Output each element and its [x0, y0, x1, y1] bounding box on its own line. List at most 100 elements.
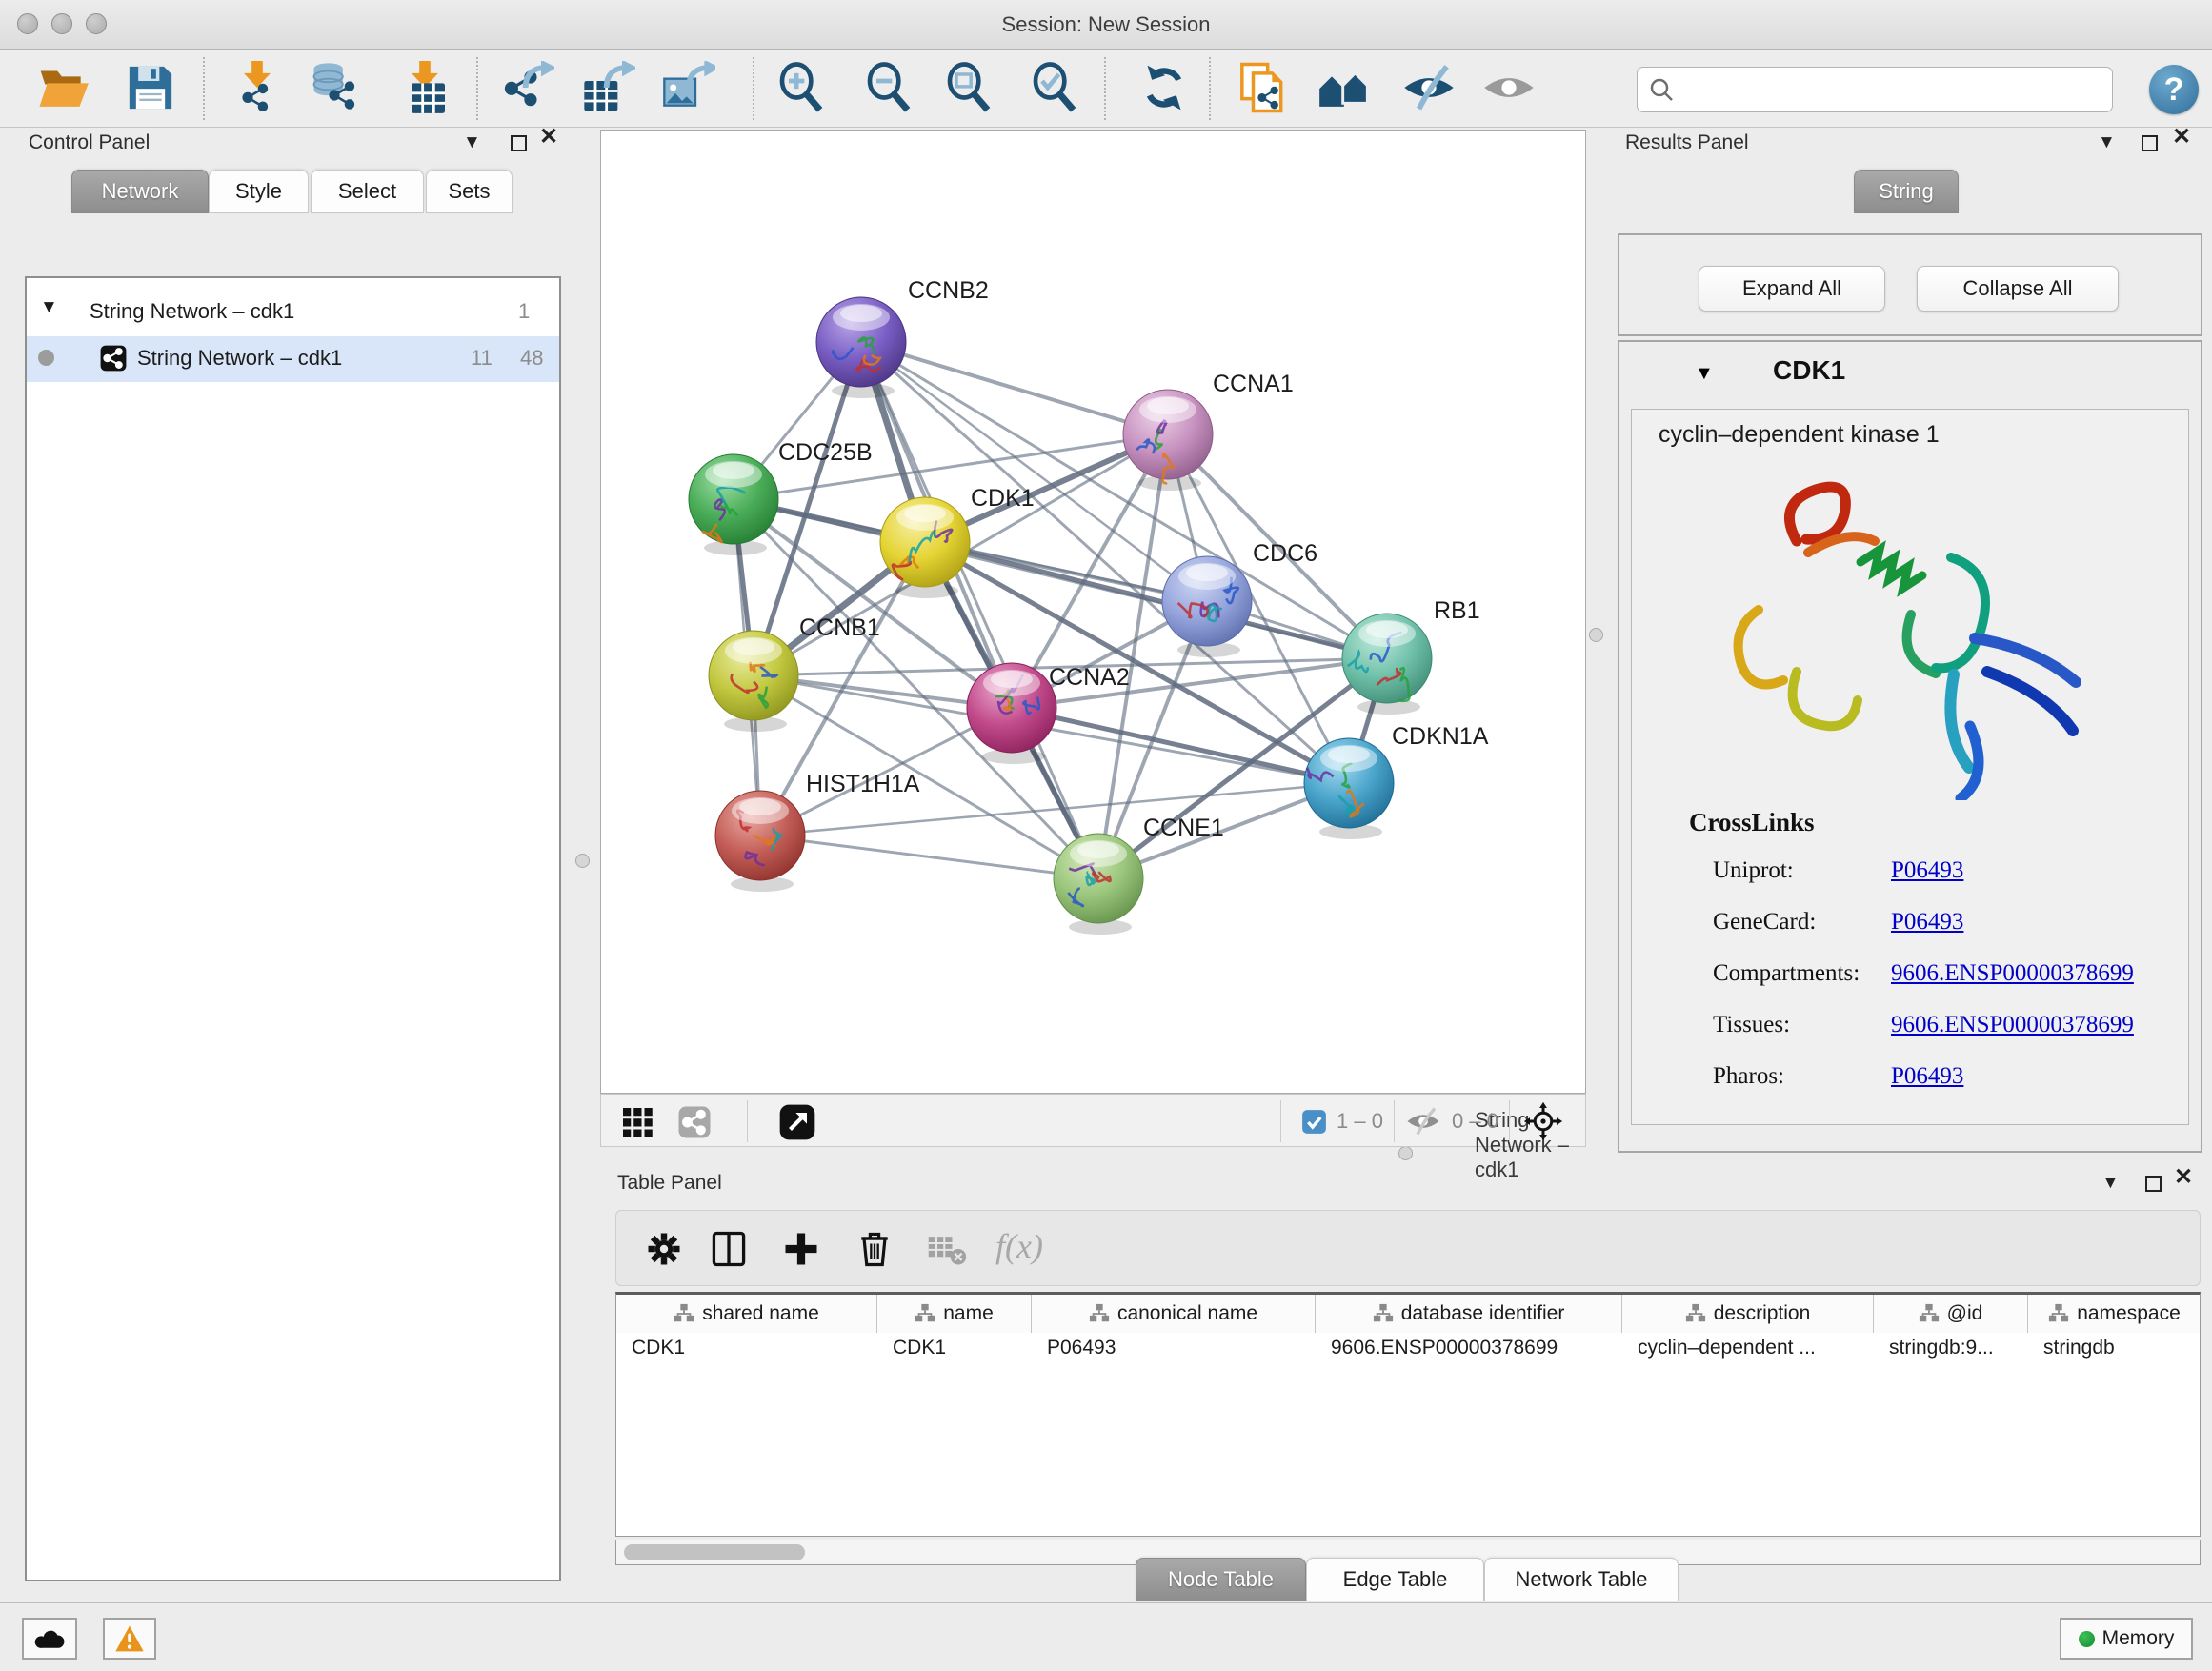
zoom-fit-button[interactable]: [943, 61, 996, 116]
column-header-canonical-name[interactable]: canonical name: [1032, 1295, 1316, 1333]
collection-expand-icon[interactable]: ▼: [40, 297, 58, 318]
tab-select[interactable]: Select: [311, 170, 424, 213]
network-share-view-icon[interactable]: [677, 1105, 712, 1139]
import-network-database-button[interactable]: [311, 61, 364, 116]
table-panel-close-icon[interactable]: ✕: [2174, 1168, 2193, 1187]
column-header-database-identifier[interactable]: database identifier: [1316, 1295, 1622, 1333]
warnings-button[interactable]: [103, 1618, 156, 1660]
node-CCNA1[interactable]: CCNA1: [1123, 371, 1294, 491]
crosslink-link[interactable]: 9606.ENSP00000378699: [1891, 960, 2134, 987]
node-RB1[interactable]: RB1: [1342, 597, 1480, 715]
table-panel-menu-icon[interactable]: ▼: [2101, 1174, 2120, 1193]
table-cell[interactable]: stringdb:9...: [1874, 1333, 2028, 1367]
tab-network[interactable]: Network: [71, 170, 209, 213]
search-field[interactable]: [1674, 70, 2112, 109]
node-CDC25B[interactable]: CDC25B: [689, 439, 873, 555]
results-panel-menu-icon[interactable]: ▼: [2098, 133, 2116, 152]
left-splitter-handle[interactable]: [575, 854, 590, 868]
delete-column-button[interactable]: [854, 1228, 895, 1270]
crosslink-link[interactable]: P06493: [1891, 857, 1963, 884]
results-panel-float-icon[interactable]: [2142, 135, 2158, 151]
node-label-CDC25B: CDC25B: [778, 439, 873, 466]
protein-collapse-icon[interactable]: ▼: [1695, 363, 1714, 385]
column-header-namespace[interactable]: namespace: [2028, 1295, 2201, 1333]
hide-panels-button[interactable]: [1402, 61, 1456, 116]
edge-CCNB2-CCNE1[interactable]: [861, 342, 1098, 878]
crosslink-row: GeneCard: P06493: [1713, 909, 2170, 960]
table-panel-float-icon[interactable]: [2145, 1176, 2162, 1192]
import-table-file-button[interactable]: [398, 61, 452, 116]
edge-HIST1H1A-CCNE1[interactable]: [760, 836, 1098, 878]
crosslink-label: Uniprot:: [1713, 857, 1794, 883]
table-cell[interactable]: cyclin–dependent ...: [1622, 1333, 1874, 1367]
network-overview-button[interactable]: [1318, 61, 1372, 116]
right-splitter-handle[interactable]: [1589, 628, 1603, 642]
add-column-button[interactable]: [780, 1228, 822, 1270]
gear-button[interactable]: [643, 1228, 685, 1270]
birds-eye-view-icon[interactable]: [778, 1103, 816, 1141]
export-network-button[interactable]: [501, 61, 554, 116]
crosslink-link[interactable]: 9606.ENSP00000378699: [1891, 1012, 2134, 1038]
network-canvas[interactable]: CCNB2 CCNA1 CDC25B CDK1: [600, 130, 1586, 1094]
node-CDK1[interactable]: CDK1: [880, 485, 1035, 598]
table-hscroll-thumb[interactable]: [624, 1544, 805, 1560]
zoom-in-button[interactable]: [775, 61, 829, 116]
table-panel: Table Panel ▼ ✕ f(x) shared name name ca…: [600, 1157, 2212, 1602]
tab-network-table[interactable]: Network Table: [1484, 1558, 1679, 1601]
node-CDKN1A[interactable]: CDKN1A: [1304, 723, 1489, 839]
search-input[interactable]: [1637, 67, 2113, 112]
expand-all-button[interactable]: Expand All: [1699, 266, 1885, 312]
memory-button[interactable]: Memory: [2060, 1618, 2193, 1660]
zoom-selected-button[interactable]: [1029, 61, 1082, 116]
collapse-all-button[interactable]: Collapse All: [1917, 266, 2119, 312]
table-cell[interactable]: CDK1: [616, 1333, 877, 1367]
tab-style[interactable]: Style: [209, 170, 309, 213]
table-cell[interactable]: 9606.ENSP00000378699: [1316, 1333, 1622, 1367]
tab-node-table[interactable]: Node Table: [1136, 1558, 1306, 1601]
open-session-button[interactable]: [36, 61, 90, 116]
table-cell[interactable]: CDK1: [877, 1333, 1032, 1367]
tab-edge-table[interactable]: Edge Table: [1306, 1558, 1484, 1601]
help-button[interactable]: ?: [2149, 65, 2199, 114]
crosslink-link[interactable]: P06493: [1891, 1063, 1963, 1090]
node-CDC6[interactable]: CDC6: [1162, 540, 1317, 657]
results-panel-close-icon[interactable]: ✕: [2172, 128, 2191, 147]
network-collection-row[interactable]: ▼ String Network – cdk1 1: [27, 290, 559, 335]
save-session-button[interactable]: [124, 61, 177, 116]
table-cell[interactable]: P06493: [1032, 1333, 1316, 1367]
function-builder-icon[interactable]: f(x): [995, 1226, 1043, 1266]
edge-CCNB2-CCNA1[interactable]: [861, 342, 1168, 434]
cloud-button[interactable]: [22, 1618, 77, 1660]
column-header-name[interactable]: name: [877, 1295, 1032, 1333]
refresh-network-button[interactable]: [1137, 61, 1191, 116]
table-cell[interactable]: stringdb: [2028, 1333, 2201, 1367]
import-network-file-button[interactable]: [231, 61, 284, 116]
column-type-icon: [2048, 1303, 2069, 1324]
control-panel-close-icon[interactable]: ✕: [539, 128, 558, 147]
titlebar: Session: New Session: [0, 0, 2212, 50]
network-row[interactable]: String Network – cdk1 11 48: [27, 336, 559, 382]
crosslink-row: Compartments: 9606.ENSP00000378699: [1713, 960, 2170, 1012]
column-header-shared-name[interactable]: shared name: [616, 1295, 877, 1333]
column-header--id[interactable]: @id: [1874, 1295, 2028, 1333]
selected-checkbox-icon[interactable]: [1301, 1109, 1327, 1135]
crosslink-link[interactable]: P06493: [1891, 909, 1963, 936]
status-bar: Memory: [0, 1602, 2212, 1671]
split-columns-button[interactable]: [708, 1228, 750, 1270]
control-panel-menu-icon[interactable]: ▼: [463, 133, 481, 152]
zoom-out-button[interactable]: [863, 61, 916, 116]
import-network-file-icon: [231, 61, 284, 114]
tab-string[interactable]: String: [1854, 170, 1959, 213]
export-image-button[interactable]: [662, 61, 715, 116]
grid-view-icon[interactable]: [620, 1105, 654, 1139]
warning-icon: [114, 1624, 145, 1653]
fit-selected-crosshair-icon[interactable]: [1523, 1101, 1563, 1141]
column-header-description[interactable]: description: [1622, 1295, 1874, 1333]
edge-CCNA2-CDKN1A[interactable]: [1012, 708, 1349, 783]
node-CCNA2[interactable]: CCNA2: [967, 663, 1130, 764]
export-table-button[interactable]: [582, 61, 635, 116]
node-table[interactable]: shared name name canonical name database…: [615, 1292, 2201, 1537]
control-panel-float-icon[interactable]: [511, 135, 527, 151]
tab-sets[interactable]: Sets: [426, 170, 513, 213]
clone-network-button[interactable]: [1237, 61, 1290, 116]
